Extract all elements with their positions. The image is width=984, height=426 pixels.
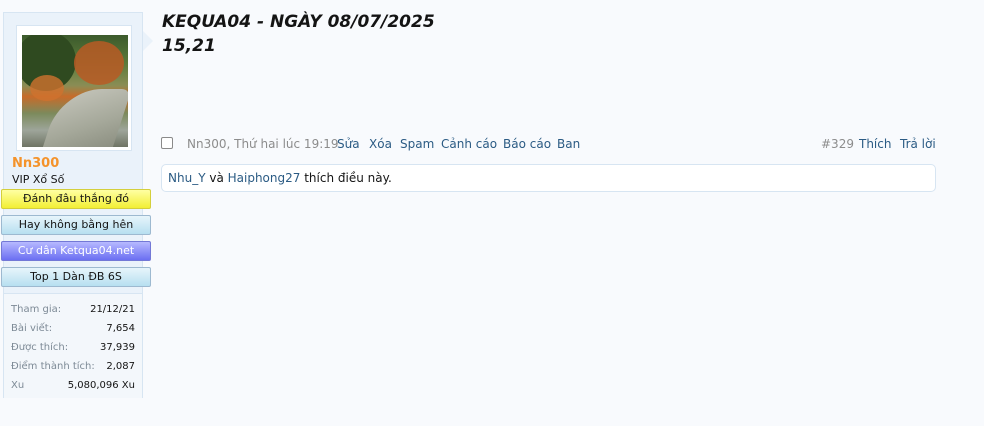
liker-link-2[interactable]: Haiphong27 <box>228 171 301 185</box>
report-link[interactable]: Báo cáo <box>503 137 551 151</box>
stat-trophy-points: Điểm thành tích: 2,087 <box>11 359 135 375</box>
stat-joined: Tham gia: 21/12/21 <box>11 302 135 318</box>
stat-value[interactable]: 7,654 <box>106 321 135 337</box>
ban-link[interactable]: Ban <box>557 137 580 151</box>
avatar[interactable] <box>22 35 128 147</box>
stat-label: Điểm thành tích: <box>11 361 95 372</box>
message-pointer-arrow <box>143 31 153 51</box>
like-link[interactable]: Thích <box>859 137 891 151</box>
stat-value[interactable]: 2,087 <box>106 359 135 375</box>
username[interactable]: Nn300 <box>12 156 59 171</box>
user-banner-4: Top 1 Dàn ĐB 6S <box>1 267 151 287</box>
stat-label: Xu <box>11 380 25 391</box>
post-body: 15,21 <box>162 36 216 56</box>
likes-suffix: thích điều này. <box>300 171 392 185</box>
warn-link[interactable]: Cảnh cáo <box>441 137 497 151</box>
edit-link[interactable]: Sửa <box>337 137 360 151</box>
user-banner-2: Hay không bằng hên <box>1 215 151 235</box>
spam-link[interactable]: Spam <box>400 137 434 151</box>
avatar-autumn-tree-shape <box>74 41 124 85</box>
stat-label: Bài viết: <box>11 323 53 334</box>
stat-label: Tham gia: <box>11 304 62 315</box>
stat-value: 37,939 <box>100 342 135 353</box>
avatar-bush-shape <box>30 75 64 101</box>
user-stats: Tham gia: 21/12/21 Bài viết: 7,654 Được … <box>4 293 142 398</box>
stat-value: 21/12/21 <box>90 304 135 315</box>
avatar-frame[interactable] <box>16 25 132 151</box>
likes-conjunction: và <box>205 171 228 185</box>
user-title: VIP Xổ Số <box>12 173 65 186</box>
post-number-link[interactable]: #329 <box>821 137 854 151</box>
post-meta[interactable]: Nn300, Thứ hai lúc 19:19 <box>187 137 339 151</box>
stat-posts: Bài viết: 7,654 <box>11 321 135 337</box>
reply-link[interactable]: Trả lời <box>900 137 936 151</box>
stat-value: 5,080,096 Xu <box>67 380 135 391</box>
user-banner-1: Đánh đâu thắng đó <box>1 189 151 209</box>
liker-link-1[interactable]: Nhu_Y <box>168 171 206 185</box>
stat-likes-received: Được thích: 37,939 <box>11 340 135 356</box>
user-sidebar: Nn300 VIP Xổ Số Đánh đâu thắng đó Hay kh… <box>1 12 151 398</box>
likes-summary: Nhu_Y và Haiphong27 thích điều này. <box>161 164 936 192</box>
post-controls: Nn300, Thứ hai lúc 19:19 Sửa Xóa Spam Cả… <box>160 136 938 154</box>
post-title: KEQUA04 - NGÀY 08/07/2025 <box>162 12 435 32</box>
select-post-checkbox[interactable] <box>161 137 173 149</box>
user-banner-3: Cư dân Ketqua04.net <box>1 241 151 261</box>
stat-coins: Xu 5,080,096 Xu <box>11 378 135 394</box>
stat-label: Được thích: <box>11 342 69 353</box>
delete-link[interactable]: Xóa <box>369 137 392 151</box>
